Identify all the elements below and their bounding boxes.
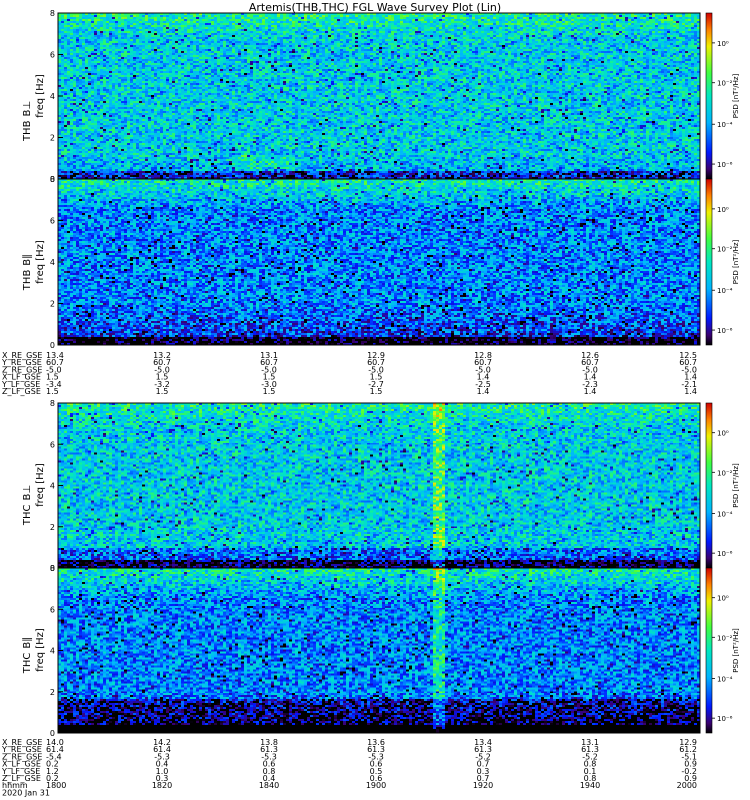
probe-label-thb-bperp: THBB⊥ xyxy=(22,101,33,142)
panel-thc-bperp: 02468 THCB⊥ freq [Hz] xyxy=(22,399,701,573)
probe-label-thc-bpar: THCB∥ xyxy=(22,637,33,675)
date-label: 2020 Jan 31 xyxy=(2,788,50,797)
colorbar-label: PSD [nT²/Hz] xyxy=(732,628,740,673)
colorbar-tick-label: 10⁰ xyxy=(717,595,729,603)
colorbar xyxy=(705,12,713,180)
y-tick-label: 2 xyxy=(50,523,55,532)
ephemeris-value: 1.5 xyxy=(46,387,59,396)
y-tick-label: 2 xyxy=(50,688,55,697)
colorbar-label: PSD [nT²/Hz] xyxy=(732,73,740,118)
probe-label-thc-bperp: THCB⊥ xyxy=(22,485,33,526)
spectrogram-thc-bpar-image xyxy=(58,568,700,733)
probe-label-thb-bpar: THBB∥ xyxy=(22,254,33,291)
ephemeris-value: 1.5 xyxy=(156,387,169,396)
y-tick-label: 6 xyxy=(50,440,55,449)
ephemeris-value: 1.4 xyxy=(477,387,490,396)
ephemeris-table-thc: X_RE_GSE 14.0 14.2 13.8 13.6 13.4 13.1 12.9Y_RE… xyxy=(1,738,697,797)
colorbar-tick-label: 10⁰ xyxy=(717,40,729,48)
wave-survey-plot: Artemis(THB,THC) FGL Wave Survey Plot (L… xyxy=(1,1,740,797)
spectrogram-thb-bpar-image xyxy=(58,179,700,345)
ylabel-thc-bperp: freq [Hz] xyxy=(35,463,46,507)
y-tick-label: 4 xyxy=(50,258,55,267)
y-tick-label: 8 xyxy=(50,399,55,408)
ephemeris-value: 1900 xyxy=(366,781,386,790)
y-tick-label: 2 xyxy=(50,134,55,143)
ephemeris-value: 1.4 xyxy=(684,387,697,396)
ephemeris-value: 1820 xyxy=(152,781,172,790)
y-tick-label: 0 xyxy=(50,341,55,350)
colorbar-tick-label: 10⁻² xyxy=(717,80,733,88)
ephemeris-value: 1.4 xyxy=(584,387,597,396)
colorbar xyxy=(705,402,713,569)
chart-title: Artemis(THB,THC) FGL Wave Survey Plot (L… xyxy=(249,1,501,14)
y-tick-label: 6 xyxy=(50,51,55,60)
y-tick-label: 6 xyxy=(50,605,55,614)
colorbar-tick-label: 10⁻⁴ xyxy=(717,287,733,295)
colorbar-tick-label: 10⁻⁴ xyxy=(717,676,733,684)
colorbar-label: PSD [nT²/Hz] xyxy=(732,239,740,284)
colorbar-tick-label: 10⁻² xyxy=(717,634,733,642)
ylabel-thc-bpar: freq [Hz] xyxy=(35,628,46,672)
panel-thb-bpar: 0 2 4 6 8 THBB∥ freq [Hz] xyxy=(22,175,701,350)
colorbar-tick-label: 10⁻⁴ xyxy=(717,511,733,519)
ephemeris-value: 2000 xyxy=(677,781,697,790)
y-tick-label: 4 xyxy=(50,482,55,491)
ephemeris-value: 1840 xyxy=(259,781,279,790)
colorbar-tick-label: 10⁻⁶ xyxy=(717,550,733,558)
y-tick-label: 2 xyxy=(50,300,55,309)
ephemeris-value: 1940 xyxy=(580,781,600,790)
y-tick-label: 8 xyxy=(50,564,55,573)
y-tick-label: 4 xyxy=(50,92,55,101)
colorbar-tick-label: 10⁻⁶ xyxy=(717,715,733,723)
ephemeris-value: 1.5 xyxy=(263,387,276,396)
y-tick-label: 6 xyxy=(50,217,55,226)
colorbar-tick-label: 10⁰ xyxy=(717,430,729,438)
colorbar-tick-label: 10⁻⁶ xyxy=(717,161,733,169)
y-tick-label: 4 xyxy=(50,647,55,656)
colorbar-tick-label: 10⁻² xyxy=(717,469,733,477)
y-tick-label: 8 xyxy=(50,175,55,184)
panel-thc-bpar: 0 2 4 6 8 THCB∥ freq [Hz] xyxy=(22,564,701,738)
ylabel-thb-bpar: freq [Hz] xyxy=(35,240,46,284)
ephemeris-table-thb: X_RE_GSE 13.4 13.2 13.1 12.9 12.8 12.6 12.5Y_RE… xyxy=(1,351,697,396)
y-tick-label: 0 xyxy=(50,729,55,738)
spectrogram-thb-bperp-image xyxy=(58,13,700,179)
colorbar xyxy=(705,178,713,346)
y-tick-label: 8 xyxy=(50,9,55,18)
panel-thb-bperp: 02468 THBB⊥ freq [Hz] xyxy=(22,9,701,184)
colorbar-tick-label: 10⁻⁶ xyxy=(717,327,733,335)
spectrogram-thc-bperp-image xyxy=(58,403,700,568)
ylabel-thb-bperp: freq [Hz] xyxy=(35,74,46,118)
colorbar xyxy=(705,567,713,734)
colorbar-tick-label: 10⁰ xyxy=(717,206,729,214)
colorbar-tick-label: 10⁻⁴ xyxy=(717,121,733,129)
ephemeris-row-label: Z_LF_GSE xyxy=(2,387,41,396)
colorbar-label: PSD [nT²/Hz] xyxy=(732,463,740,508)
colorbars: 10⁰ 10⁻² 10⁻⁴ 10⁻⁶ PSD [nT²/Hz] 10⁰ 10⁻² 10⁻⁴ 10… xyxy=(705,12,740,734)
colorbar-tick-label: 10⁻² xyxy=(717,246,733,254)
ephemeris-value: 1.5 xyxy=(370,387,383,396)
ephemeris-value: 1920 xyxy=(473,781,493,790)
